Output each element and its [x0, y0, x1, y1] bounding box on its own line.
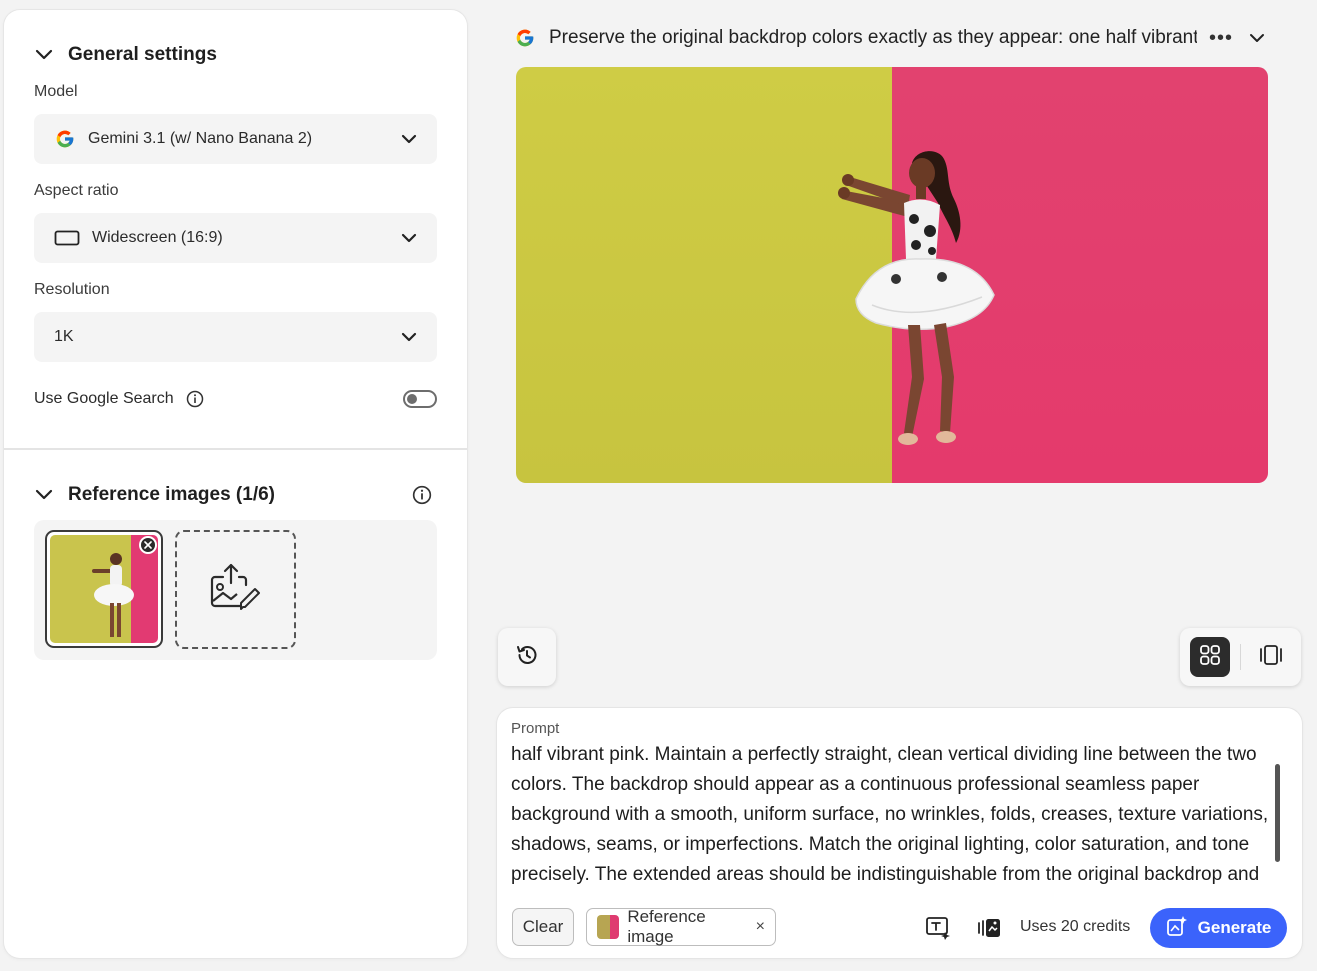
generate-label: Generate [1197, 918, 1272, 937]
clear-button[interactable]: Clear [512, 908, 574, 946]
more-options-icon[interactable]: ••• [1208, 26, 1234, 50]
view-toggle [1180, 628, 1301, 686]
single-view-button[interactable] [1251, 637, 1291, 677]
result-header: Preserve the original backdrop colors ex… [515, 24, 1275, 52]
dancer-figure [838, 151, 995, 445]
prompt-scrollbar[interactable] [1275, 764, 1280, 862]
chevron-down-icon[interactable] [1247, 28, 1267, 48]
history-button[interactable] [498, 628, 556, 686]
resolution-label: Resolution [34, 281, 110, 298]
credits-text: Uses 20 credits [1020, 918, 1131, 935]
chevron-down-icon[interactable] [34, 45, 54, 65]
google-icon [515, 28, 535, 48]
model-label: Model [34, 83, 78, 100]
settings-panel: General settings Model Gemini 3.1 (w/ Na… [4, 10, 467, 958]
model-value: Gemini 3.1 (w/ Nano Banana 2) [88, 130, 313, 147]
history-icon [515, 643, 539, 672]
upload-image-button[interactable] [175, 530, 296, 649]
aspect-ratio-select[interactable]: Widescreen (16:9) [34, 213, 437, 263]
reference-chip-thumbnail [597, 915, 620, 939]
widescreen-icon [54, 227, 80, 249]
upload-image-icon [209, 563, 263, 616]
resolution-value: 1K [54, 328, 74, 345]
chevron-down-icon [399, 129, 419, 149]
dancer-figure [92, 553, 134, 637]
prompt-label: Prompt [511, 720, 560, 737]
info-icon[interactable] [412, 485, 432, 505]
result-prompt-title: Preserve the original backdrop colors ex… [549, 27, 1197, 48]
general-settings-title: General settings [68, 44, 217, 65]
single-view-icon [1259, 644, 1283, 671]
image-variations-icon[interactable] [975, 914, 1003, 942]
grid-view-button[interactable] [1190, 637, 1230, 677]
generate-icon [1166, 915, 1188, 942]
prompt-panel: Prompt half vibrant pink. Maintain a per… [497, 708, 1302, 958]
aspect-ratio-value: Widescreen (16:9) [92, 229, 223, 246]
google-search-label: Use Google Search [34, 390, 174, 407]
google-icon [54, 128, 76, 150]
text-effect-icon[interactable] [925, 914, 953, 942]
info-icon[interactable] [186, 390, 204, 408]
model-select[interactable]: Gemini 3.1 (w/ Nano Banana 2) [34, 114, 437, 164]
section-divider [4, 448, 467, 450]
aspect-ratio-label: Aspect ratio [34, 182, 119, 199]
reference-images-title: Reference images (1/6) [68, 484, 275, 505]
general-settings-header[interactable]: General settings [34, 44, 217, 66]
chevron-down-icon[interactable] [34, 485, 54, 505]
grid-icon [1199, 644, 1221, 671]
prompt-textarea[interactable]: half vibrant pink. Maintain a perfectly … [511, 740, 1271, 890]
reference-image-thumbnail[interactable] [45, 530, 163, 648]
chevron-down-icon [399, 327, 419, 347]
reference-chip-label: Reference image [627, 907, 706, 946]
remove-image-icon[interactable] [139, 536, 157, 554]
chevron-down-icon [399, 228, 419, 248]
reference-images-area [34, 520, 437, 660]
generated-image[interactable] [516, 67, 1268, 483]
reference-images-header[interactable]: Reference images (1/6) [34, 484, 275, 506]
google-search-toggle[interactable] [403, 390, 437, 408]
reference-image-chip[interactable]: Reference image × [586, 907, 776, 946]
remove-chip-icon[interactable]: × [756, 918, 765, 936]
generate-button[interactable]: Generate [1150, 908, 1287, 948]
google-search-row: Use Google Search [34, 387, 437, 411]
view-toggle-divider [1240, 644, 1241, 670]
resolution-select[interactable]: 1K [34, 312, 437, 362]
